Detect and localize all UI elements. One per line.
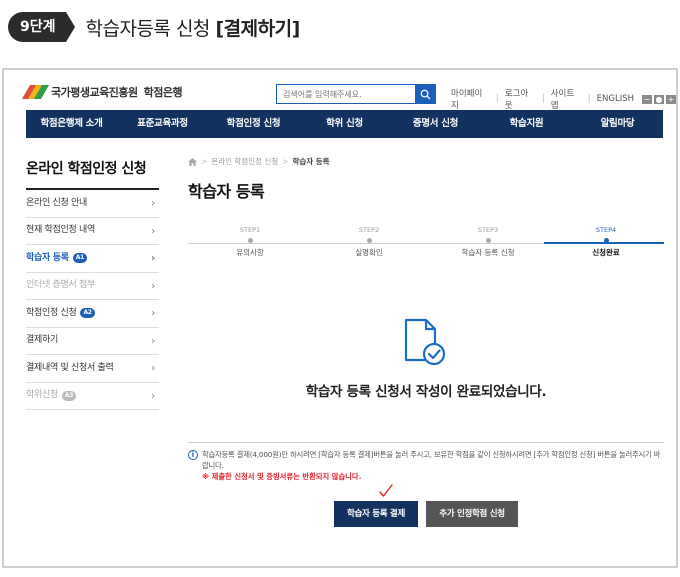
util-sitemap[interactable]: 사이트맵 xyxy=(551,87,582,111)
breadcrumb-separator: > xyxy=(201,157,208,166)
step-dot xyxy=(247,238,253,243)
document-check-icon xyxy=(404,318,446,366)
sidebar: 온라인 학점인정 신청 온라인 신청 안내 › 현재 학점인정 내역 › 학습자 등… xyxy=(26,158,159,410)
chevron-right-icon: › xyxy=(151,253,155,264)
site-logo[interactable]: 국가평생교육진흥원 학점은행 xyxy=(21,84,183,100)
chevron-right-icon: › xyxy=(151,225,155,237)
home-icon[interactable] xyxy=(188,157,197,166)
util-mypage[interactable]: 마이페이지 xyxy=(451,87,490,111)
step-label: 유의사항 xyxy=(236,248,264,257)
notice-warning: ※ 제출한 신청서 및 증빙서류는 반환되지 않습니다. xyxy=(202,472,362,481)
step-dot xyxy=(603,238,609,243)
sidebar-tag-badge: A2 xyxy=(80,308,95,319)
sidebar-item-degree-apply[interactable]: 학위신청 A3 › xyxy=(26,383,159,410)
notice-text: 학습자등록 결제(4,000원)만 하시려면 [학습자 등록 결제]버튼을 눌러… xyxy=(202,450,661,470)
logo-mark-icon xyxy=(21,85,50,99)
sidebar-item-label: 현재 학점인정 내역 xyxy=(26,225,95,236)
sidebar-item-label: 인터넷 증명서 첨부 xyxy=(26,280,95,291)
main-nav: 학점은행제 소개 표준교육과정 학점인정 신청 학위 신청 증명서 신청 학습지… xyxy=(26,110,663,138)
step-number: STEP3 xyxy=(477,226,499,234)
nav-intro[interactable]: 학점은행제 소개 xyxy=(26,110,117,138)
nav-credit-apply[interactable]: 학점인정 신청 xyxy=(208,110,299,138)
step-dot xyxy=(366,238,372,243)
browser-frame: 국가평생교육진흥원 학점은행 마이페이지| 로그아웃| 사이트맵| ENGLIS… xyxy=(2,68,678,568)
sidebar-item-label: 결제내역 및 신청서 출력 xyxy=(26,362,114,373)
additional-credit-apply-button[interactable]: 추가 인정학점 신청 xyxy=(426,501,518,527)
search-icon xyxy=(420,89,431,100)
action-buttons: 학습자 등록 결제 추가 인정학점 신청 xyxy=(188,501,664,527)
zoom-controls: − ● + xyxy=(642,94,676,104)
step-badge: 9단계 xyxy=(8,12,74,42)
nav-notice[interactable]: 알림마당 xyxy=(572,110,663,138)
sidebar-title: 온라인 학점인정 신청 xyxy=(26,158,159,190)
sidebar-item-online-guide[interactable]: 온라인 신청 안내 › xyxy=(26,190,159,218)
sidebar-item-current-credits[interactable]: 현재 학점인정 내역 › xyxy=(26,218,159,245)
step-1: STEP1 유의사항 xyxy=(190,226,310,258)
step-number: STEP1 xyxy=(239,226,261,234)
info-icon: i xyxy=(188,450,198,460)
nav-curriculum[interactable]: 표준교육과정 xyxy=(117,110,208,138)
payment-notice: i 학습자등록 결제(4,000원)만 하시려면 [학습자 등록 결제]버튼을 … xyxy=(188,442,664,482)
sidebar-item-credit-apply[interactable]: 학점인정 신청 A2 › xyxy=(26,300,159,328)
breadcrumb-item[interactable]: 온라인 학점인정 신청 xyxy=(211,156,278,167)
step-number: STEP2 xyxy=(358,226,380,234)
step-label: 실명확인 xyxy=(355,248,383,257)
sidebar-tag-badge: A3 xyxy=(61,390,77,401)
search-button[interactable] xyxy=(415,85,435,103)
logo-sub: 학점은행 xyxy=(143,86,183,99)
utility-links: 마이페이지 | 로그아웃 | 사이트맵 | ENGLISH − ● + xyxy=(451,87,676,111)
progress-steps: STEP1 유의사항 STEP2 실명확인 STEP3 학습자 등록 신청 STEP4… xyxy=(188,226,664,266)
search-box xyxy=(276,84,436,104)
logo-text: 국가평생교육진흥원 xyxy=(51,86,138,99)
nav-degree-apply[interactable]: 학위 신청 xyxy=(299,110,390,138)
step-title-bold: [결제하기] xyxy=(215,17,300,40)
step-label: 학습자 등록 신청 xyxy=(461,248,515,257)
nav-learning-support[interactable]: 학습지원 xyxy=(481,110,572,138)
step-header: 9단계 학습자등록 신청 [결제하기] xyxy=(8,10,300,44)
breadcrumb: > 온라인 학점인정 신청 > 학습자 등록 xyxy=(188,156,330,167)
zoom-in-button[interactable]: + xyxy=(666,94,676,104)
nav-certificate[interactable]: 증명서 신청 xyxy=(390,110,481,138)
step-4: STEP4 신청완료 xyxy=(546,226,666,258)
sidebar-item-payment-history[interactable]: 결제내역 및 신청서 출력 › xyxy=(26,355,159,383)
chevron-right-icon: › xyxy=(151,308,155,319)
sidebar-item-internet-certificate[interactable]: 인터넷 증명서 첨부 › xyxy=(26,273,159,300)
step-2: STEP2 실명확인 xyxy=(309,226,429,258)
zoom-out-button[interactable]: − xyxy=(642,94,652,104)
zoom-reset-button[interactable]: ● xyxy=(654,94,664,104)
sidebar-item-label: 학점인정 신청 xyxy=(26,307,77,318)
chevron-right-icon: › xyxy=(151,390,155,402)
sidebar-item-label: 온라인 신청 안내 xyxy=(26,197,87,208)
sidebar-item-payment[interactable]: 결제하기 › xyxy=(26,328,159,355)
util-logout[interactable]: 로그아웃 xyxy=(505,87,536,111)
step-number: STEP4 xyxy=(595,226,617,234)
sidebar-item-learner-register[interactable]: 학습자 등록 A1 › xyxy=(26,245,159,273)
step-title: 학습자등록 신청 [결제하기] xyxy=(85,14,301,41)
step-dot xyxy=(485,238,491,243)
search-input[interactable] xyxy=(277,85,415,103)
sidebar-item-label: 결제하기 xyxy=(26,335,58,346)
step-3: STEP3 학습자 등록 신청 xyxy=(428,226,548,258)
completion-message: 학습자 등록 신청서 작성이 완료되었습니다. xyxy=(305,384,547,400)
step-label: 신청완료 xyxy=(592,248,620,257)
chevron-right-icon: › xyxy=(151,363,155,374)
sidebar-item-label: 학습자 등록 xyxy=(26,252,69,263)
step-title-text: 학습자등록 신청 xyxy=(85,17,216,40)
util-english[interactable]: ENGLISH xyxy=(597,94,634,104)
chevron-right-icon: › xyxy=(151,335,155,347)
checkmark-annotation-icon xyxy=(379,484,393,497)
sidebar-item-label: 학위신청 xyxy=(26,390,58,401)
learner-register-payment-button[interactable]: 학습자 등록 결제 xyxy=(334,501,418,527)
breadcrumb-current: 학습자 등록 xyxy=(292,157,330,166)
chevron-right-icon: › xyxy=(151,280,155,292)
page-title: 학습자 등록 xyxy=(188,182,265,201)
chevron-right-icon: › xyxy=(151,198,155,209)
sidebar-tag-badge: A1 xyxy=(72,253,87,264)
breadcrumb-separator: > xyxy=(282,157,289,166)
